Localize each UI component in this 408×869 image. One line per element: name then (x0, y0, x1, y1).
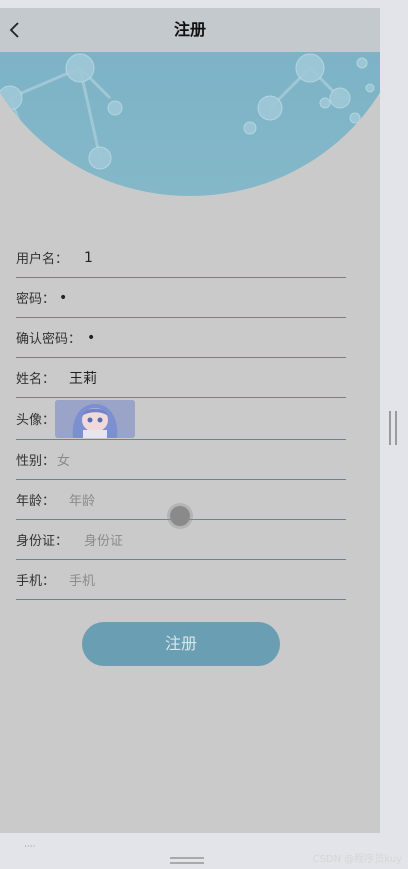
username-label: 用户名： (16, 252, 69, 267)
username-field[interactable]: 用户名： 1 (16, 238, 346, 278)
gender-label: 性别： (16, 454, 56, 469)
name-field[interactable]: 姓名： 王莉 (16, 358, 346, 398)
page-title: 注册 (173, 20, 206, 39)
nav-bar: 注册 (0, 8, 380, 52)
gender-value[interactable]: 女 (57, 450, 70, 469)
scroll-handle[interactable] (389, 411, 397, 445)
confirm-password-label: 确认密码： (16, 332, 82, 347)
touch-indicator (170, 506, 190, 526)
phone-input[interactable]: 手机 (69, 570, 95, 589)
register-button[interactable]: 注册 (82, 622, 280, 666)
name-label: 姓名： (16, 372, 56, 387)
username-value[interactable]: 1 (84, 250, 93, 266)
phone-field[interactable]: 手机： 手机 (16, 560, 346, 600)
id-card-field[interactable]: 身份证： 身份证 (16, 520, 346, 560)
confirm-password-field[interactable]: 确认密码： • (16, 318, 346, 358)
password-value[interactable]: • (59, 290, 67, 306)
password-label: 密码： (16, 292, 56, 307)
id-card-input[interactable]: 身份证 (84, 530, 123, 549)
avatar-image[interactable] (55, 399, 136, 438)
phone-label: 手机： (16, 574, 56, 589)
watermark: CSDN @程序员kuy (312, 854, 402, 865)
avatar-label: 头像： (16, 413, 56, 428)
avatar-field[interactable]: 头像： (16, 398, 346, 440)
gender-field[interactable]: 性别： 女 (16, 440, 346, 480)
confirm-password-value[interactable]: • (87, 330, 95, 346)
id-card-label: 身份证： (16, 534, 69, 549)
phone-screen: 注册 用户名： 1 密码： • 确认密码： • 姓名： 王莉 头像： 性别： 女… (0, 8, 380, 833)
password-field[interactable]: 密码： • (16, 278, 346, 318)
name-value[interactable]: 王莉 (69, 368, 97, 388)
bottom-hint: ···· (24, 842, 36, 852)
age-input[interactable]: 年龄 (69, 490, 95, 509)
register-form: 用户名： 1 密码： • 确认密码： • 姓名： 王莉 头像： 性别： 女 年龄… (16, 238, 346, 600)
home-indicator[interactable] (170, 857, 204, 864)
age-label: 年龄： (16, 494, 56, 509)
anime-avatar-icon (55, 399, 136, 438)
